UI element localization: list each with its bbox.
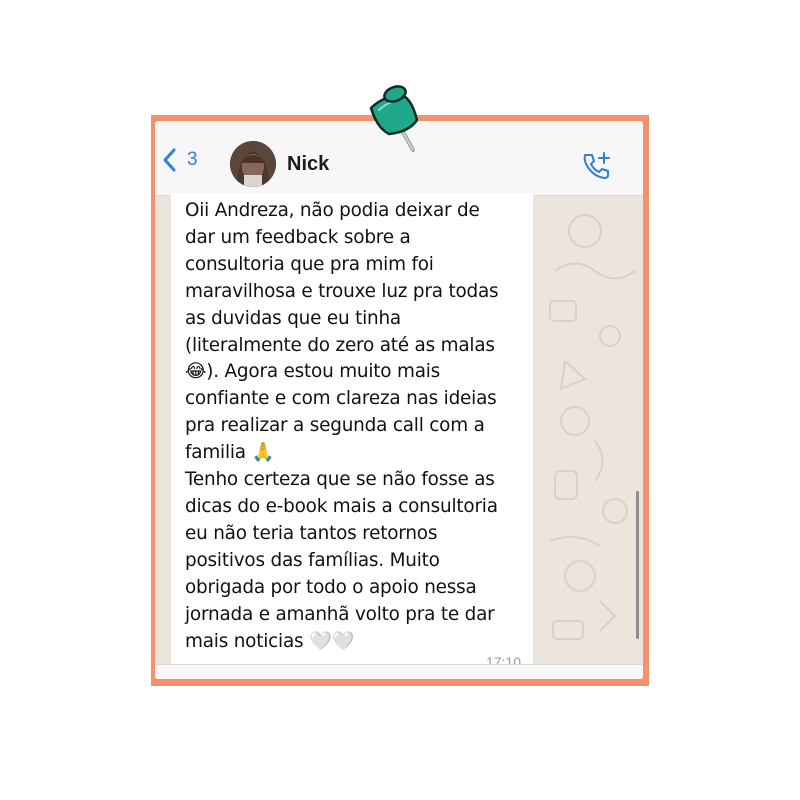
back-button[interactable]: 3 bbox=[163, 148, 198, 172]
input-bar bbox=[155, 664, 643, 679]
message-bubble[interactable]: Oii Andreza, não podia deixar de dar um … bbox=[171, 193, 533, 673]
add-call-button[interactable] bbox=[581, 151, 611, 181]
unread-count: 3 bbox=[187, 149, 198, 170]
scrollbar[interactable] bbox=[636, 491, 639, 639]
contact-name[interactable]: Nick bbox=[287, 153, 329, 176]
chevron-left-icon bbox=[163, 148, 176, 172]
chat-screen: 3 Nick Oii Andreza, não podia deixar de … bbox=[155, 121, 643, 679]
avatar[interactable] bbox=[230, 141, 276, 187]
avatar-image bbox=[230, 141, 276, 187]
push-pin-icon bbox=[369, 85, 419, 152]
message-text: Oii Andreza, não podia deixar de dar um … bbox=[185, 200, 499, 652]
phone-plus-icon bbox=[583, 152, 610, 179]
